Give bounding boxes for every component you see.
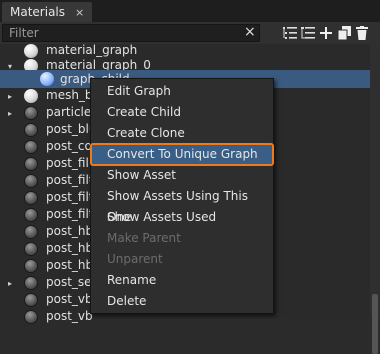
tab-bar: Materials × [0, 0, 380, 22]
menu-item-convert-to-unique-graph[interactable]: Convert To Unique Graph [90, 143, 274, 166]
material-sphere-icon [24, 89, 38, 103]
material-sphere-icon [24, 276, 38, 290]
tab-materials[interactable]: Materials × [2, 2, 93, 22]
add-icon[interactable] [318, 25, 334, 41]
expand-all-icon[interactable] [282, 25, 298, 41]
material-sphere-icon [24, 191, 38, 205]
tree-item-label: post_se [46, 275, 92, 289]
tree-item-label: particle [46, 105, 92, 119]
tree-item-label: post_filt [46, 207, 94, 221]
tree-item-label: post_blu [46, 122, 97, 136]
vertical-scrollbar[interactable] [370, 44, 380, 354]
tree-item-label: post_filt [46, 190, 94, 204]
tree-item-label: post_co [46, 139, 92, 153]
material-sphere-icon [24, 157, 38, 171]
material-sphere-icon [24, 208, 38, 222]
tree-item-label: post_hb [46, 258, 94, 272]
material-sphere-icon [24, 140, 38, 154]
delete-icon[interactable] [354, 25, 370, 41]
collapse-all-icon[interactable] [300, 25, 316, 41]
material-sphere-icon [24, 174, 38, 188]
material-sphere-icon [24, 242, 38, 256]
material-sphere-icon [24, 259, 38, 273]
expand-arrow-icon[interactable]: ▸ [8, 92, 12, 101]
menu-item-unparent: Unparent [107, 252, 163, 266]
menu-item-make-parent: Make Parent [107, 231, 181, 245]
menu-item-show-assets-used[interactable]: Show Assets Used [91, 207, 273, 228]
tree-item-label: post_fil [46, 156, 89, 170]
close-icon[interactable]: × [75, 6, 84, 19]
clear-filter-icon[interactable]: × [244, 25, 258, 39]
menu-item-delete[interactable]: Delete [91, 291, 273, 312]
material-sphere-icon [40, 72, 54, 86]
filter-input[interactable]: Filter [2, 24, 260, 42]
tree-item-label: post_hb [46, 224, 94, 238]
material-sphere-icon [24, 310, 38, 324]
menu-item-show-assets-using[interactable]: Show Assets Using This One [91, 186, 273, 224]
tree-item-label: post_vb [46, 309, 93, 323]
material-sphere-icon [24, 106, 38, 120]
expand-arrow-icon[interactable]: ▸ [8, 279, 12, 288]
tree-item-label: post_vb [46, 292, 93, 306]
scrollbar-thumb[interactable] [372, 294, 378, 354]
tree-item-label: post_hb [46, 241, 94, 255]
clone-icon[interactable] [336, 25, 352, 41]
menu-item-create-clone[interactable]: Create Clone [91, 123, 273, 144]
menu-item-edit-graph[interactable]: Edit Graph [91, 81, 273, 102]
context-menu: Edit Graph Create Child Create Clone Con… [90, 78, 274, 314]
menu-item-create-child[interactable]: Create Child [91, 102, 273, 123]
tree-item-label: mesh_b [46, 88, 93, 102]
tree-item-label: material_graph [46, 43, 138, 57]
tab-title: Materials [10, 5, 66, 19]
material-sphere-icon [24, 44, 38, 58]
menu-item-rename[interactable]: Rename [91, 270, 273, 291]
material-sphere-icon [24, 123, 38, 137]
tree-item-label: post_filt [46, 173, 94, 187]
menu-item-show-asset[interactable]: Show Asset [91, 165, 273, 186]
material-sphere-icon [24, 293, 38, 307]
expand-arrow-icon[interactable]: ▸ [8, 109, 12, 118]
material-sphere-icon [24, 225, 38, 239]
